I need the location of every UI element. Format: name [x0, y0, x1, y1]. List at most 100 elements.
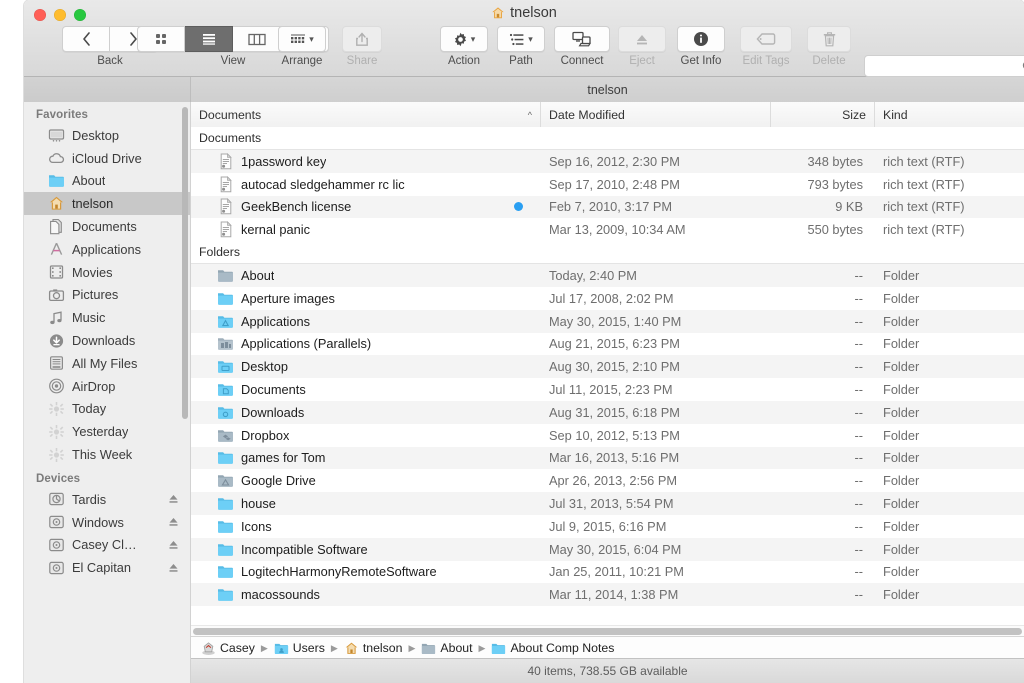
sidebar-item-documents[interactable]: Documents: [24, 215, 190, 238]
list-view-button[interactable]: [185, 26, 233, 52]
sidebar-item-pictures[interactable]: Pictures: [24, 284, 190, 307]
table-row[interactable]: Downloads Aug 31, 2015, 6:18 PM -- Folder: [191, 400, 1024, 424]
disk-icon: [48, 537, 65, 553]
edit-tags-button[interactable]: [740, 26, 792, 52]
row-kind: Folder: [883, 473, 920, 489]
row-size: --: [854, 587, 863, 603]
sidebar-item-el-capitan[interactable]: El Capitan: [24, 556, 190, 579]
row-name: GeekBench license: [241, 199, 352, 215]
row-name-cell: GeekBench license: [191, 198, 541, 215]
breadcrumb-item-about[interactable]: About: [421, 641, 473, 655]
table-row[interactable]: autocad sledgehammer rc lic Sep 17, 2010,…: [191, 173, 1024, 196]
folder-icon: [491, 641, 506, 655]
table-row[interactable]: Aperture images Jul 17, 2008, 2:02 PM -- Fo…: [191, 287, 1024, 310]
row-date: Sep 16, 2012, 2:30 PM: [549, 153, 680, 169]
table-row[interactable]: macossounds Mar 11, 2014, 1:38 PM -- Folder: [191, 583, 1024, 607]
column-header-size[interactable]: Size: [771, 102, 875, 127]
sidebar-item-all-my-files[interactable]: All My Files: [24, 352, 190, 375]
group-header: Documents: [191, 127, 1024, 150]
delete-button[interactable]: [807, 26, 851, 52]
tab-label: tnelson: [587, 82, 628, 97]
search-input[interactable]: S: [864, 55, 1024, 77]
row-date: Jul 17, 2008, 2:02 PM: [549, 290, 674, 306]
breadcrumb-item-about-comp-notes[interactable]: About Comp Notes: [491, 641, 614, 655]
table-row[interactable]: 1password key Sep 16, 2012, 2:30 PM 348 by…: [191, 150, 1024, 173]
back-button[interactable]: [62, 26, 110, 52]
sidebar-scrollbar[interactable]: [182, 107, 188, 419]
sidebar-section-title: Devices: [36, 472, 81, 485]
tag-icon: [756, 33, 776, 45]
column-header-kind[interactable]: Kind: [875, 102, 1024, 127]
sidebar-item-today[interactable]: Today: [24, 398, 190, 421]
sidebar-item-this-week[interactable]: This Week: [24, 443, 190, 466]
table-row[interactable]: kernal panic Mar 13, 2009, 10:34 AM 550 by…: [191, 218, 1024, 241]
sidebar-item-airdrop[interactable]: AirDrop: [24, 375, 190, 398]
rtf-document-icon: [217, 198, 234, 215]
row-kind: Folder: [883, 450, 920, 466]
table-row[interactable]: Google Drive Apr 26, 2013, 2:56 PM -- Folde…: [191, 469, 1024, 492]
table-row[interactable]: GeekBench license Feb 7, 2010, 3:17 PM 9 K…: [191, 195, 1024, 219]
table-row[interactable]: Desktop Aug 30, 2015, 2:10 PM -- Folder: [191, 355, 1024, 379]
row-name: Documents: [241, 382, 306, 398]
action-button[interactable]: ▾: [440, 26, 488, 52]
sidebar-item-applications[interactable]: Applications: [24, 238, 190, 261]
folder-icon: [48, 173, 65, 189]
table-row[interactable]: house Jul 31, 2013, 5:54 PM -- Folder: [191, 492, 1024, 515]
row-date: May 30, 2015, 6:04 PM: [549, 541, 682, 557]
row-date: Apr 26, 2013, 2:56 PM: [549, 473, 678, 489]
breadcrumb-item-tnelson[interactable]: tnelson: [344, 641, 402, 655]
sidebar-item-desktop[interactable]: Desktop: [24, 124, 190, 147]
sidebar-item-label: tnelson: [72, 196, 114, 212]
column-header-date[interactable]: Date Modified: [541, 102, 771, 127]
sidebar-item-windows[interactable]: Windows: [24, 511, 190, 534]
breadcrumb-item-users[interactable]: Users: [274, 641, 325, 655]
row-date: Today, 2:40 PM: [549, 268, 637, 284]
applications-icon: [48, 241, 65, 257]
column-header-name[interactable]: Documents ^: [191, 102, 541, 127]
sidebar-item-movies[interactable]: Movies: [24, 261, 190, 284]
sidebar-item-music[interactable]: Music: [24, 306, 190, 329]
path-button[interactable]: ▾: [497, 26, 545, 52]
table-row[interactable]: games for Tom Mar 16, 2013, 5:16 PM -- Fold…: [191, 446, 1024, 470]
share-button[interactable]: [342, 26, 382, 52]
table-row[interactable]: Applications May 30, 2015, 1:40 PM -- Folde…: [191, 309, 1024, 333]
table-row[interactable]: Dropbox Sep 10, 2012, 5:13 PM -- Folder: [191, 424, 1024, 447]
eject-icon[interactable]: [168, 516, 179, 528]
eject-icon[interactable]: [168, 493, 179, 505]
table-row[interactable]: Documents Jul 11, 2015, 2:23 PM -- Folder: [191, 378, 1024, 401]
folder-googledrive-icon: [217, 472, 234, 489]
status-text: 40 items, 738.55 GB available: [527, 664, 688, 678]
sidebar-item-about[interactable]: About: [24, 170, 190, 193]
sidebar-item-label: This Week: [72, 447, 133, 463]
eject-icon[interactable]: [168, 539, 179, 551]
breadcrumb-item-casey[interactable]: Casey: [201, 641, 255, 655]
table-row[interactable]: LogitechHarmonyRemoteSoftware Jan 25, 201…: [191, 561, 1024, 584]
column-view-button[interactable]: [233, 26, 281, 52]
eject-icon[interactable]: [168, 562, 179, 574]
connect-button[interactable]: [554, 26, 610, 52]
row-size: --: [854, 473, 863, 489]
sidebar-item-tnelson[interactable]: tnelson: [24, 192, 190, 216]
sidebar-item-casey-cl[interactable]: Casey Cl…: [24, 534, 190, 557]
tab-tnelson[interactable]: tnelson: [190, 77, 1024, 102]
all-my-files-icon: [48, 355, 65, 371]
table-row[interactable]: About Today, 2:40 PM -- Folder: [191, 264, 1024, 287]
row-size: --: [854, 268, 863, 284]
table-row[interactable]: Icons Jul 9, 2015, 6:16 PM -- Folder: [191, 515, 1024, 538]
connect-server-icon: [572, 31, 592, 47]
table-row[interactable]: Applications (Parallels) Aug 21, 2015, 6:…: [191, 333, 1024, 356]
sidebar-item-tardis[interactable]: Tardis: [24, 488, 190, 511]
sidebar-item-icloud-drive[interactable]: iCloud Drive: [24, 147, 190, 170]
music-icon: [48, 310, 65, 326]
trash-icon: [823, 31, 835, 46]
icon-view-button[interactable]: [137, 26, 185, 52]
arrange-button[interactable]: ▾: [278, 26, 326, 52]
row-name-cell: Applications (Parallels): [191, 335, 541, 352]
home-icon: [344, 641, 359, 655]
sidebar-item-yesterday[interactable]: Yesterday: [24, 420, 190, 443]
table-row[interactable]: Incompatible Software May 30, 2015, 6:04 …: [191, 537, 1024, 561]
window-title-text: tnelson: [510, 5, 557, 21]
sidebar-item-downloads[interactable]: Downloads: [24, 329, 190, 352]
eject-button[interactable]: [618, 26, 666, 52]
get-info-button[interactable]: [677, 26, 725, 52]
